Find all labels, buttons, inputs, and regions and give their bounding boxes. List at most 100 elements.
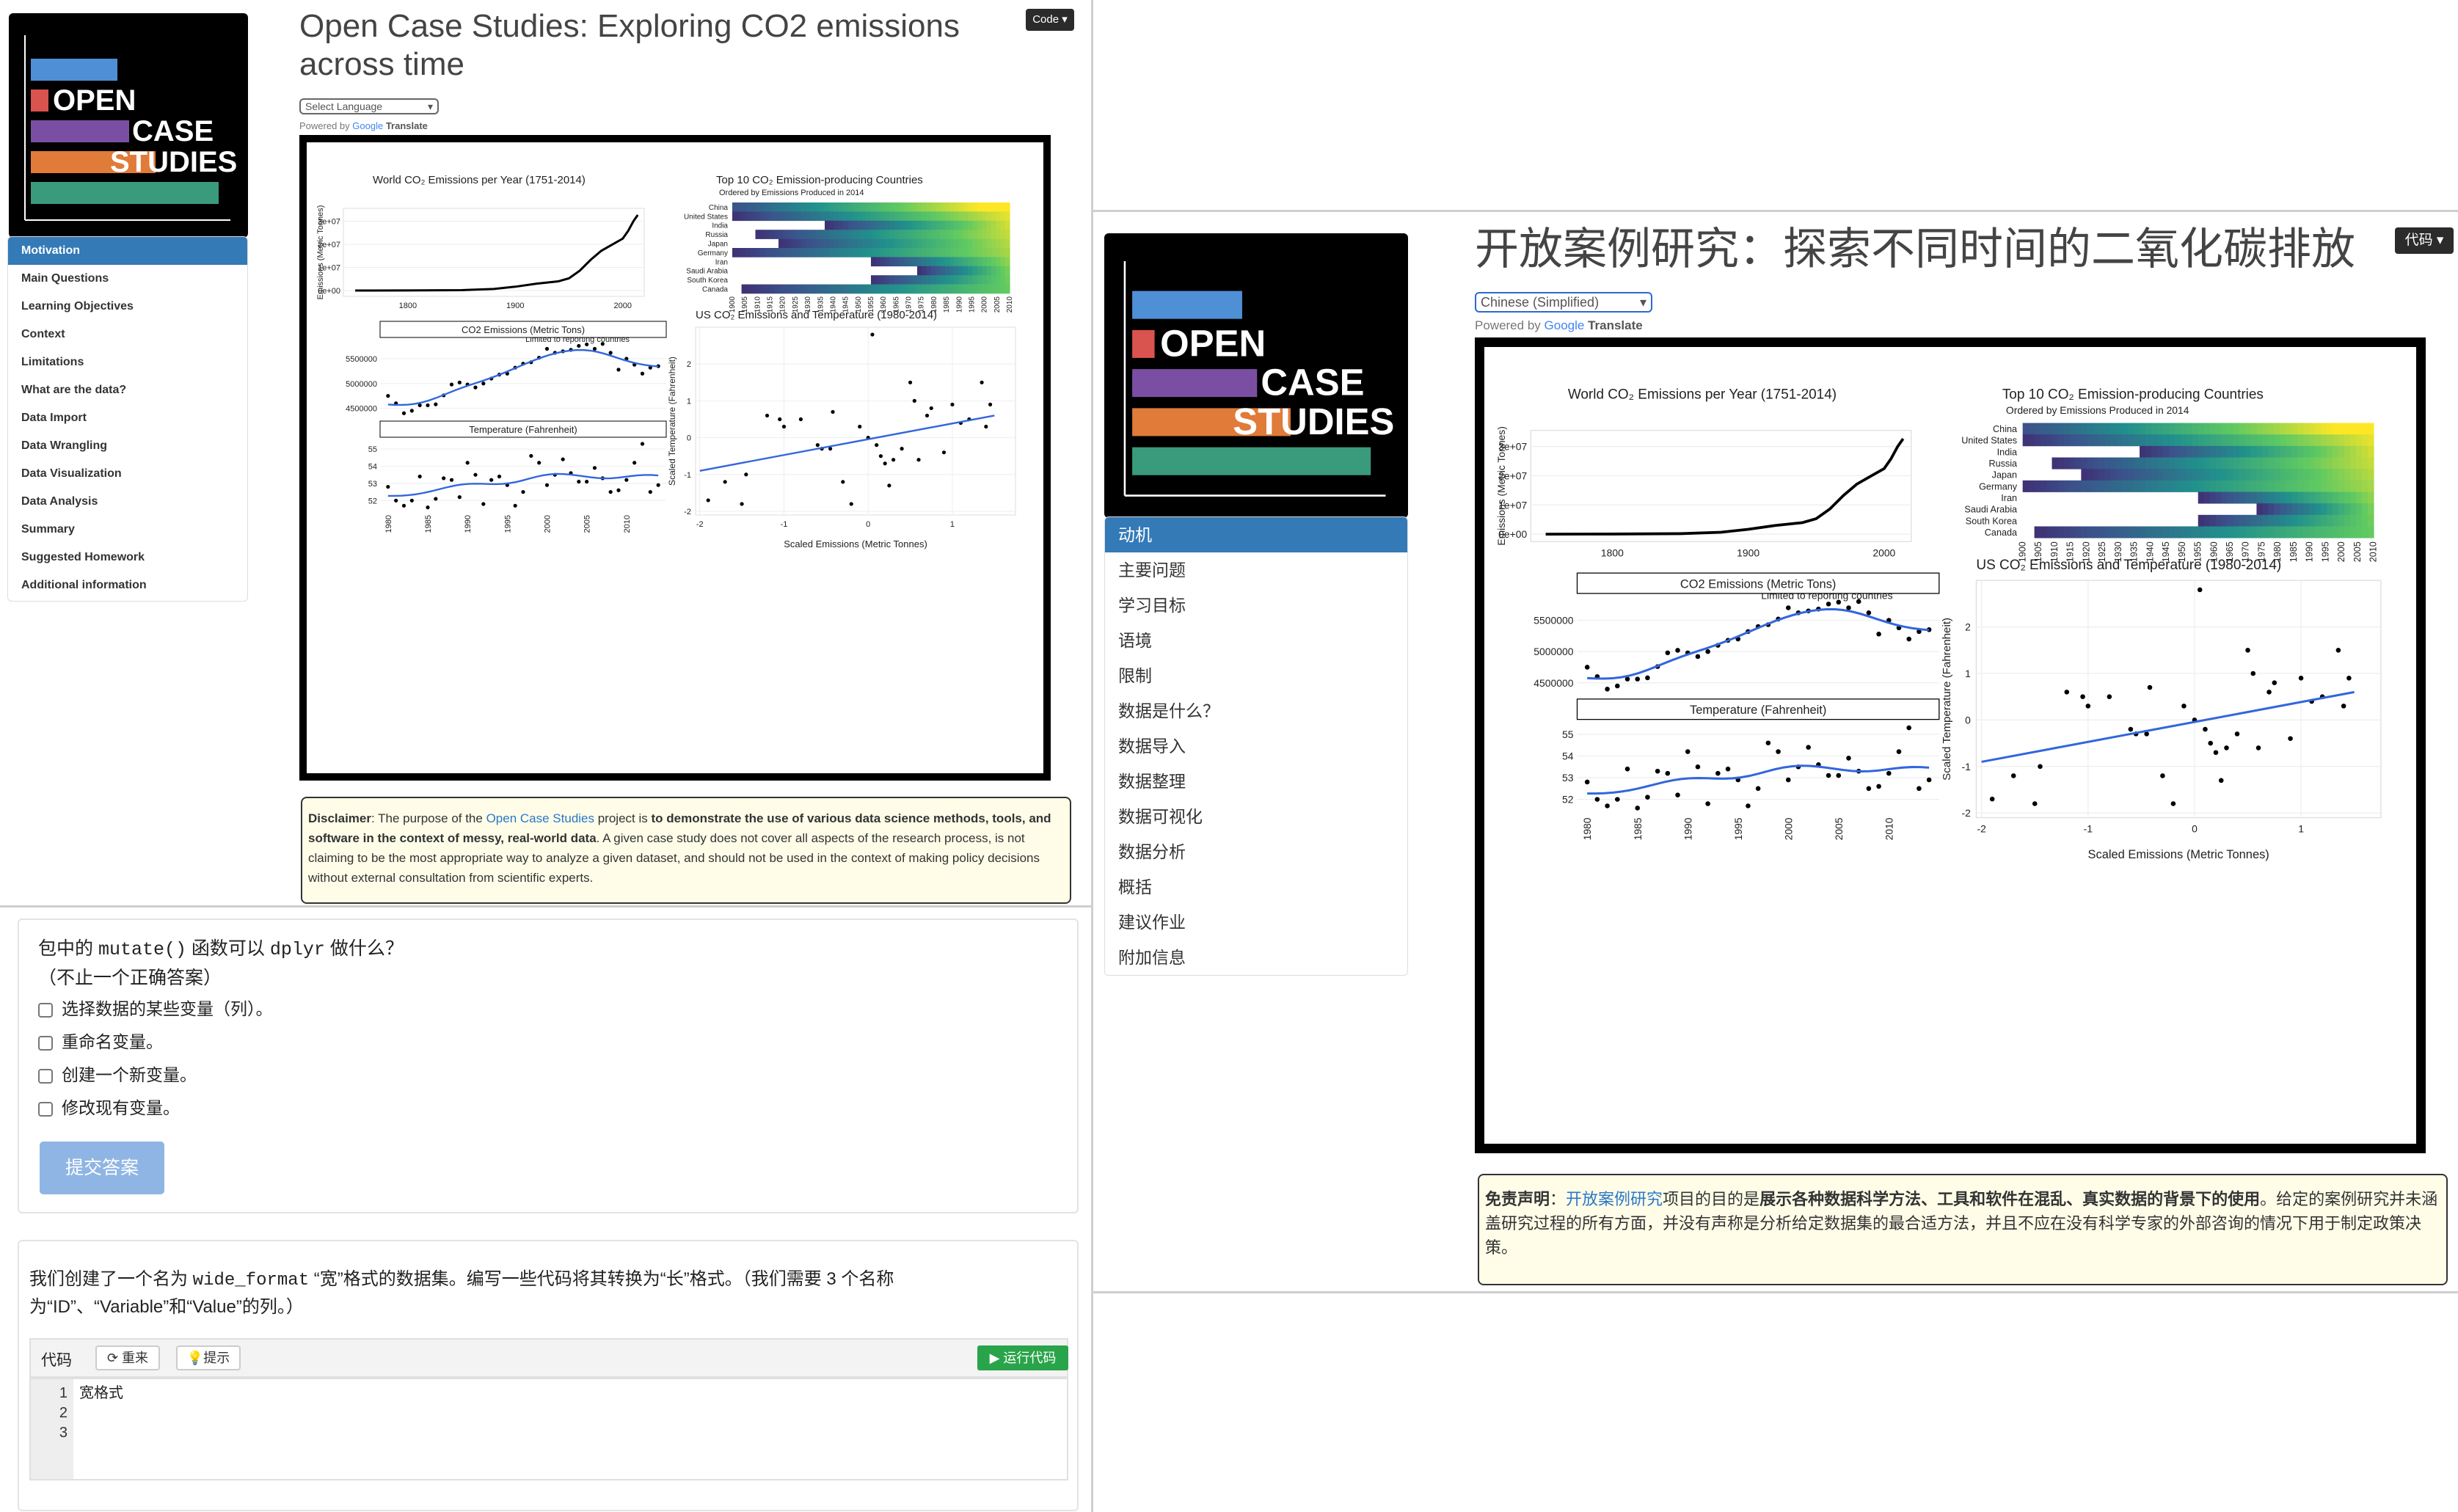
- data-point: [1906, 725, 1911, 731]
- toc-item[interactable]: Main Questions: [8, 265, 247, 293]
- checkbox[interactable]: [38, 1068, 53, 1084]
- google-wordmark-zh: Google: [1544, 318, 1585, 332]
- heatmap-cell: [2221, 434, 2228, 447]
- toc-item[interactable]: Data Analysis: [8, 488, 247, 516]
- heatmap-cell: [2274, 480, 2281, 492]
- heatmap-cell: [751, 202, 756, 212]
- toc-item[interactable]: Summary: [8, 516, 247, 544]
- toc-item[interactable]: Suggested Homework: [8, 544, 247, 571]
- toc-item[interactable]: 限制: [1105, 658, 1407, 693]
- heatmap-cell: [926, 211, 932, 222]
- reset-button[interactable]: ⟳ 重来: [95, 1345, 160, 1370]
- data-point: [875, 443, 879, 448]
- quiz-option[interactable]: 创建一个新变量。: [38, 1061, 197, 1086]
- heatmap-cell: [1000, 211, 1006, 222]
- toc-item[interactable]: Learning Objectives: [8, 293, 247, 321]
- toc-item[interactable]: 建议作业: [1105, 905, 1407, 940]
- heatmap-cell: [2303, 423, 2310, 435]
- data-point: [908, 380, 913, 384]
- heatmap-cell: [926, 275, 932, 285]
- heatmap-cell: [815, 230, 821, 239]
- x-tick-label: 2005: [2352, 541, 2363, 562]
- heatmap-cell: [797, 248, 803, 258]
- heatmap-cell: [1000, 202, 1006, 212]
- toc-item[interactable]: Limitations: [8, 348, 247, 376]
- toc-item[interactable]: 概括: [1105, 869, 1407, 905]
- run-code-button[interactable]: ▶ 运行代码: [977, 1345, 1068, 1370]
- checkbox[interactable]: [38, 1101, 53, 1117]
- heatmap-cell: [765, 202, 770, 212]
- submit-answer-button[interactable]: 提交答案: [40, 1142, 164, 1194]
- y-tick-label: 53: [368, 480, 377, 489]
- heatmap-cell: [875, 202, 881, 212]
- heatmap-cell: [930, 266, 936, 276]
- quiz-option[interactable]: 重命名变量。: [38, 1028, 163, 1053]
- heatmap-cell: [912, 211, 918, 222]
- open-case-studies-link[interactable]: Open Case Studies: [486, 811, 594, 825]
- heatmap-cell: [2156, 445, 2164, 458]
- open-case-studies-link-zh[interactable]: 开放案例研究: [1566, 1190, 1663, 1208]
- heatmap-cell: [2361, 503, 2368, 516]
- heatmap-cell: [820, 202, 825, 212]
- heatmap-cell: [2203, 480, 2211, 492]
- heatmap-cell: [958, 230, 964, 239]
- code-editor[interactable]: 1 2 3 宽格式: [29, 1378, 1068, 1480]
- data-point: [1665, 770, 1671, 776]
- heatmap-cell: [2321, 492, 2327, 504]
- hint-button[interactable]: 💡提示: [176, 1345, 241, 1370]
- code-button[interactable]: Code ▾: [1026, 9, 1074, 31]
- heatmap-cell: [926, 238, 932, 249]
- code-button-zh[interactable]: 代码 ▾: [2395, 227, 2454, 254]
- toc-item[interactable]: 主要问题: [1105, 552, 1407, 588]
- heatmap-cell: [811, 248, 816, 258]
- heatmap-cell: [2063, 434, 2071, 447]
- google-translate-attribution-zh[interactable]: Powered by Google Translate: [1475, 318, 1643, 333]
- toc-item[interactable]: 附加信息: [1105, 940, 1407, 975]
- heatmap-cell: [2081, 526, 2088, 538]
- toc-item[interactable]: What are the data?: [8, 376, 247, 404]
- checkbox[interactable]: [38, 1035, 53, 1051]
- x-tick-label: 2000: [981, 296, 989, 313]
- heatmap-cell: [2355, 503, 2363, 516]
- heatmap-cell: [2093, 480, 2100, 492]
- heatmap-cell: [2040, 480, 2047, 492]
- heatmap-cell: [2262, 503, 2269, 516]
- heatmap-cell: [2327, 423, 2333, 435]
- language-select-zh[interactable]: Chinese (Simplified) ▾: [1475, 292, 1652, 313]
- toc-item[interactable]: 数据是什么？: [1105, 693, 1407, 728]
- heatmap-cell: [2286, 503, 2293, 516]
- toc-item[interactable]: 数据可视化: [1105, 799, 1407, 834]
- toc-item[interactable]: Additional information: [8, 571, 247, 599]
- toc-item[interactable]: Data Import: [8, 404, 247, 432]
- heatmap-cell: [963, 257, 969, 267]
- quiz-option[interactable]: 选择数据的某些变量（列）。: [38, 995, 273, 1020]
- toc-item[interactable]: 数据整理: [1105, 764, 1407, 799]
- data-point: [434, 402, 438, 406]
- heatmap-cell: [894, 238, 900, 249]
- quiz-option[interactable]: 修改现有变量。: [38, 1094, 180, 1119]
- toc-item[interactable]: 语境: [1105, 623, 1407, 658]
- toc-item[interactable]: 学习目标: [1105, 588, 1407, 623]
- toc-item[interactable]: 数据导入: [1105, 728, 1407, 764]
- toc-item[interactable]: Data Wrangling: [8, 432, 247, 460]
- toc-item[interactable]: Context: [8, 321, 247, 348]
- heatmap-cell: [2022, 434, 2030, 447]
- checkbox[interactable]: [38, 1002, 53, 1018]
- toc-item[interactable]: 动机: [1105, 517, 1407, 552]
- data-point: [1876, 784, 1881, 789]
- heatmap-cell: [847, 202, 853, 212]
- language-select[interactable]: Select Language ▾: [299, 98, 439, 114]
- heatmap-cell: [2239, 492, 2246, 504]
- code-line-1[interactable]: 宽格式: [79, 1384, 123, 1403]
- toc-item[interactable]: Data Visualization: [8, 460, 247, 488]
- heatmap-cell: [958, 220, 964, 230]
- google-translate-attribution[interactable]: Powered by Google Translate: [299, 120, 428, 131]
- heatmap-cell: [2168, 480, 2176, 492]
- toc-item[interactable]: Motivation: [8, 237, 247, 265]
- x-tick-label: 1990: [2305, 541, 2315, 562]
- heatmap-cell: [2256, 503, 2264, 516]
- heatmap-cell: [2280, 514, 2287, 527]
- heatmap-cell: [2286, 445, 2293, 458]
- heatmap-cell: [2075, 434, 2082, 447]
- toc-item[interactable]: 数据分析: [1105, 834, 1407, 869]
